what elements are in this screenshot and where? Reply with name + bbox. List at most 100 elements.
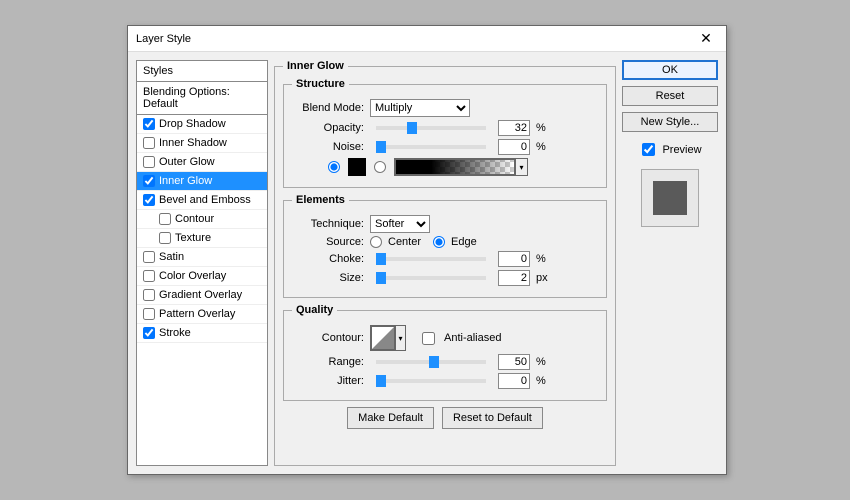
style-item-drop-shadow[interactable]: Drop Shadow	[137, 115, 267, 134]
choke-input[interactable]	[498, 251, 530, 267]
style-checkbox[interactable]	[143, 251, 155, 263]
range-slider[interactable]	[376, 360, 486, 364]
noise-input[interactable]	[498, 139, 530, 155]
style-label: Outer Glow	[159, 156, 215, 168]
range-label: Range:	[292, 356, 364, 368]
style-label: Texture	[175, 232, 211, 244]
new-style-button[interactable]: New Style...	[622, 112, 718, 132]
style-checkbox[interactable]	[143, 118, 155, 130]
style-checkbox[interactable]	[143, 289, 155, 301]
style-checkbox[interactable]	[143, 175, 155, 187]
blend-mode-label: Blend Mode:	[292, 102, 364, 114]
choke-unit: %	[536, 253, 554, 265]
style-label: Inner Shadow	[159, 137, 227, 149]
style-item-color-overlay[interactable]: Color Overlay	[137, 267, 267, 286]
blending-options[interactable]: Blending Options: Default	[137, 82, 267, 115]
contour-picker[interactable]: ▾	[370, 325, 406, 351]
technique-select[interactable]: Softer	[370, 215, 430, 233]
preview-swatch	[641, 169, 699, 227]
source-center-label: Center	[388, 236, 421, 248]
style-label: Gradient Overlay	[159, 289, 242, 301]
make-default-button[interactable]: Make Default	[347, 407, 434, 429]
style-item-gradient-overlay[interactable]: Gradient Overlay	[137, 286, 267, 305]
window-title: Layer Style	[136, 33, 191, 45]
style-item-texture[interactable]: Texture	[137, 229, 267, 248]
style-label: Stroke	[159, 327, 191, 339]
quality-legend: Quality	[292, 304, 337, 316]
titlebar: Layer Style ✕	[128, 26, 726, 52]
source-edge-label: Edge	[451, 236, 477, 248]
style-item-stroke[interactable]: Stroke	[137, 324, 267, 343]
styles-list: Styles Blending Options: Default Drop Sh…	[136, 60, 268, 466]
close-button[interactable]: ✕	[686, 26, 726, 52]
style-label: Drop Shadow	[159, 118, 226, 130]
inner-glow-panel: Inner Glow Structure Blend Mode: Multipl…	[274, 60, 616, 466]
style-checkbox[interactable]	[143, 327, 155, 339]
range-input[interactable]	[498, 354, 530, 370]
size-input[interactable]	[498, 270, 530, 286]
source-label: Source:	[292, 236, 364, 248]
color-radio[interactable]	[328, 161, 340, 173]
jitter-slider[interactable]	[376, 379, 486, 383]
style-checkbox[interactable]	[143, 156, 155, 168]
jitter-input[interactable]	[498, 373, 530, 389]
styles-header[interactable]: Styles	[137, 61, 267, 82]
style-item-contour[interactable]: Contour	[137, 210, 267, 229]
layer-style-dialog: Layer Style ✕ Styles Blending Options: D…	[127, 25, 727, 475]
opacity-input[interactable]	[498, 120, 530, 136]
size-label: Size:	[292, 272, 364, 284]
gradient-radio[interactable]	[374, 161, 386, 173]
jitter-label: Jitter:	[292, 375, 364, 387]
jitter-unit: %	[536, 375, 554, 387]
elements-group: Elements Technique: Softer Source: Cente…	[283, 194, 607, 298]
color-swatch[interactable]	[348, 158, 366, 176]
preview-checkbox[interactable]	[642, 143, 655, 156]
style-item-bevel-and-emboss[interactable]: Bevel and Emboss	[137, 191, 267, 210]
size-unit: px	[536, 272, 554, 284]
opacity-slider[interactable]	[376, 126, 486, 130]
style-item-inner-shadow[interactable]: Inner Shadow	[137, 134, 267, 153]
choke-slider[interactable]	[376, 257, 486, 261]
quality-group: Quality Contour: ▾ Anti-aliased Range: %	[283, 304, 607, 401]
style-label: Pattern Overlay	[159, 308, 235, 320]
opacity-label: Opacity:	[292, 122, 364, 134]
range-unit: %	[536, 356, 554, 368]
opacity-unit: %	[536, 122, 554, 134]
style-checkbox[interactable]	[143, 270, 155, 282]
style-item-satin[interactable]: Satin	[137, 248, 267, 267]
noise-slider[interactable]	[376, 145, 486, 149]
style-item-inner-glow[interactable]: Inner Glow	[137, 172, 267, 191]
style-checkbox[interactable]	[159, 213, 171, 225]
structure-legend: Structure	[292, 78, 349, 90]
style-label: Contour	[175, 213, 214, 225]
style-item-pattern-overlay[interactable]: Pattern Overlay	[137, 305, 267, 324]
style-label: Inner Glow	[159, 175, 212, 187]
panel-title: Inner Glow	[283, 60, 348, 72]
reset-button[interactable]: Reset	[622, 86, 718, 106]
style-checkbox[interactable]	[143, 194, 155, 206]
technique-label: Technique:	[292, 218, 364, 230]
style-label: Bevel and Emboss	[159, 194, 251, 206]
elements-legend: Elements	[292, 194, 349, 206]
noise-label: Noise:	[292, 141, 364, 153]
choke-label: Choke:	[292, 253, 364, 265]
noise-unit: %	[536, 141, 554, 153]
style-label: Satin	[159, 251, 184, 263]
style-checkbox[interactable]	[159, 232, 171, 244]
style-checkbox[interactable]	[143, 137, 155, 149]
gradient-picker[interactable]: ▾	[394, 158, 528, 176]
size-slider[interactable]	[376, 276, 486, 280]
style-checkbox[interactable]	[143, 308, 155, 320]
antialiased-label: Anti-aliased	[444, 332, 501, 344]
reset-default-button[interactable]: Reset to Default	[442, 407, 543, 429]
ok-button[interactable]: OK	[622, 60, 718, 80]
antialiased-checkbox[interactable]	[422, 332, 435, 345]
blend-mode-select[interactable]: Multiply	[370, 99, 470, 117]
style-item-outer-glow[interactable]: Outer Glow	[137, 153, 267, 172]
structure-group: Structure Blend Mode: Multiply Opacity: …	[283, 78, 607, 188]
source-edge-radio[interactable]	[433, 236, 445, 248]
style-label: Color Overlay	[159, 270, 226, 282]
source-center-radio[interactable]	[370, 236, 382, 248]
side-buttons: OK Reset New Style... Preview	[622, 60, 718, 466]
preview-label: Preview	[662, 144, 701, 156]
